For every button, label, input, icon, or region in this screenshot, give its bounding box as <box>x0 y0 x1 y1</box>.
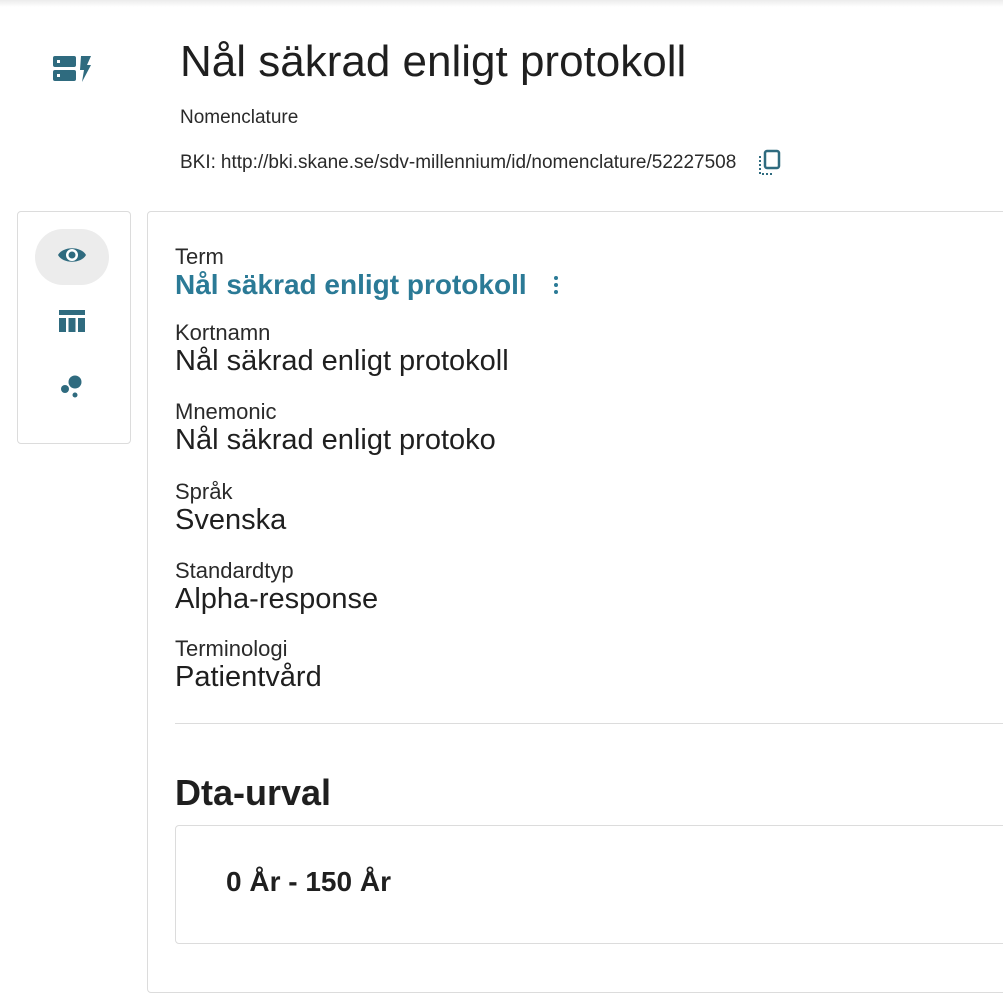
mnemonic-label: Mnemonic <box>175 399 277 424</box>
dta-section-title: Dta-urval <box>175 772 332 813</box>
dynamic-form-icon <box>52 54 92 84</box>
mnemonic-value: Nål säkrad enligt protoko <box>175 424 496 456</box>
sprak-label: Språk <box>175 479 233 504</box>
term-value-link[interactable]: Nål säkrad enligt protokoll <box>175 269 527 301</box>
field-kortnamn: Kortnamn Nål säkrad enligt protokoll <box>175 320 509 378</box>
view-sidebar <box>17 211 131 444</box>
kortnamn-value: Nål säkrad enligt protokoll <box>175 345 509 377</box>
eye-icon <box>57 244 87 271</box>
kortnamn-label: Kortnamn <box>175 320 271 345</box>
field-standardtyp: Standardtyp Alpha-response <box>175 558 379 616</box>
more-options-icon[interactable] <box>549 272 563 298</box>
view-graph-button[interactable] <box>35 360 109 416</box>
standardtyp-value: Alpha-response <box>175 583 379 615</box>
dta-range-value: 0 År - 150 År <box>226 866 391 897</box>
page-type-label: Nomenclature <box>180 107 299 128</box>
view-details-button[interactable] <box>35 229 109 285</box>
page-title: Nål säkrad enligt protokoll <box>180 37 687 86</box>
bki-url: http://bki.skane.se/sdv-millennium/id/no… <box>220 152 737 173</box>
term-label: Term <box>175 244 224 269</box>
terminologi-value: Patientvård <box>175 661 322 693</box>
field-sprak: Språk Svenska <box>175 479 287 537</box>
bki-row: BKI: http://bki.skane.se/sdv-millennium/… <box>180 149 784 177</box>
copy-icon[interactable] <box>754 148 784 178</box>
section-divider <box>175 723 1003 724</box>
field-mnemonic: Mnemonic Nål säkrad enligt protoko <box>175 399 496 457</box>
table-columns-icon <box>58 309 86 338</box>
view-table-button[interactable] <box>35 295 109 351</box>
bubble-chart-icon <box>58 372 86 405</box>
field-terminologi: Terminologi Patientvård <box>175 636 322 694</box>
dta-range-card: 0 År - 150 År <box>175 825 1003 944</box>
standardtyp-label: Standardtyp <box>175 558 294 583</box>
field-term: Term Nål säkrad enligt protokoll <box>175 245 563 301</box>
top-shadow <box>0 0 1003 7</box>
terminologi-label: Terminologi <box>175 636 288 661</box>
sprak-value: Svenska <box>175 504 287 536</box>
bki-label: BKI: <box>180 152 216 173</box>
